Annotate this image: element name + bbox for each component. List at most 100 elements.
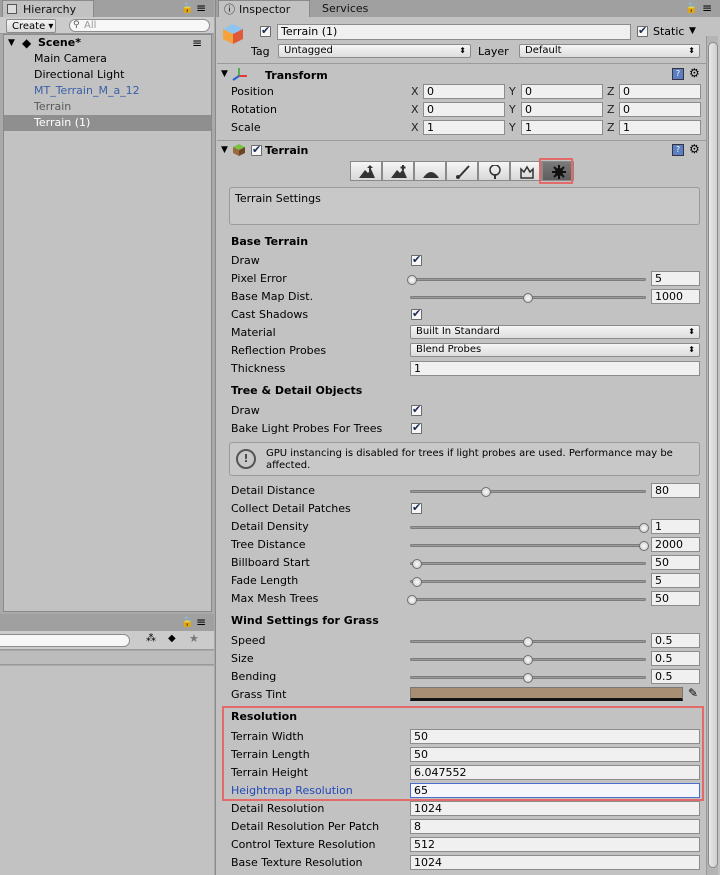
hierarchy-item-terrain[interactable]: Terrain xyxy=(4,99,211,115)
grass-tint-color-field[interactable] xyxy=(410,687,683,701)
bending-slider-thumb[interactable] xyxy=(523,673,533,683)
component-gear-icon[interactable]: ⚙ xyxy=(689,142,700,156)
base-texture-resolution-field[interactable]: 1024 xyxy=(410,855,700,870)
tree-distance-slider-thumb[interactable] xyxy=(639,541,649,551)
inspector-tab[interactable]: ⓘ Inspector xyxy=(218,0,310,17)
fade-length-slider[interactable] xyxy=(410,580,646,583)
pixel-error-field[interactable]: 5 xyxy=(651,271,700,286)
transform-foldout-icon[interactable]: ▼ xyxy=(221,69,228,79)
help-book-icon[interactable]: ? xyxy=(672,68,684,80)
scale-y-field[interactable]: 1 xyxy=(521,120,603,135)
component-gear-icon[interactable]: ⚙ xyxy=(689,66,700,80)
project-lock-icon[interactable]: 🔒 xyxy=(181,617,193,628)
heightmap-resolution-field[interactable]: 65 xyxy=(410,783,700,798)
tree-distance-field[interactable]: 2000 xyxy=(651,537,700,552)
services-tab[interactable]: Services xyxy=(302,0,368,17)
position-y-field[interactable]: 0 xyxy=(521,84,603,99)
rotation-x-field[interactable]: 0 xyxy=(423,102,505,117)
pixel-error-slider-thumb[interactable] xyxy=(407,275,417,285)
raise-terrain-button[interactable] xyxy=(350,161,382,181)
position-z-field[interactable]: 0 xyxy=(619,84,701,99)
smooth-height-button[interactable] xyxy=(414,161,446,181)
position-x-field[interactable]: 0 xyxy=(423,84,505,99)
hierarchy-tab[interactable]: Hierarchy xyxy=(2,0,94,17)
detail-resolution-per-patch-field[interactable]: 8 xyxy=(410,819,700,834)
lock-icon[interactable]: 🔒 xyxy=(181,3,193,14)
hierarchy-item-directional-light[interactable]: Directional Light xyxy=(4,67,211,83)
filter-type-icon[interactable]: ⁂ xyxy=(146,633,156,644)
max-mesh-trees-field[interactable]: 50 xyxy=(651,591,700,606)
terrain-length-field[interactable]: 50 xyxy=(410,747,700,762)
terrain-width-field[interactable]: 50 xyxy=(410,729,700,744)
rotation-z-field[interactable]: 0 xyxy=(619,102,701,117)
billboard-start-slider[interactable] xyxy=(410,562,646,565)
filter-label-icon[interactable]: ◆ xyxy=(168,633,176,644)
thickness-field[interactable]: 1 xyxy=(410,361,700,376)
static-checkbox[interactable] xyxy=(637,24,648,37)
reflection-probes-dropdown[interactable]: Blend Probes ⬍ xyxy=(410,343,700,357)
cast-shadows-checkbox[interactable] xyxy=(411,307,422,320)
scale-z-field[interactable]: 1 xyxy=(619,120,701,135)
tree-distance-slider[interactable] xyxy=(410,544,646,547)
paint-texture-button[interactable] xyxy=(446,161,478,181)
base-map-dist-slider-thumb[interactable] xyxy=(523,293,533,303)
speed-field[interactable]: 0.5 xyxy=(651,633,700,648)
draw-checkbox[interactable] xyxy=(411,253,422,266)
billboard-start-field[interactable]: 50 xyxy=(651,555,700,570)
scale-x-field[interactable]: 1 xyxy=(423,120,505,135)
active-checkbox[interactable] xyxy=(260,24,271,37)
detail-resolution-field[interactable]: 1024 xyxy=(410,801,700,816)
fade-length-slider-thumb[interactable] xyxy=(411,577,422,587)
inspector-lock-icon[interactable]: 🔒 xyxy=(685,3,697,14)
fade-length-field[interactable]: 5 xyxy=(651,573,700,588)
inspector-scrollbar-thumb[interactable] xyxy=(708,42,718,868)
place-trees-button[interactable] xyxy=(478,161,510,181)
tag-dropdown[interactable]: Untagged ⬍ xyxy=(278,44,471,58)
detail-density-field[interactable]: 1 xyxy=(651,519,700,534)
help-book-icon[interactable]: ? xyxy=(672,144,684,156)
detail-density-slider-thumb[interactable] xyxy=(639,523,649,533)
static-dropdown-arrow-icon[interactable]: ▼ xyxy=(689,26,696,36)
size-slider-thumb[interactable] xyxy=(523,655,533,665)
detail-distance-slider[interactable] xyxy=(410,490,646,493)
max-mesh-trees-slider-thumb[interactable] xyxy=(407,595,417,605)
favorite-star-icon[interactable]: ★ xyxy=(189,632,199,645)
inspector-menu-icon[interactable]: ≡ xyxy=(702,1,712,15)
terrain-foldout-icon[interactable]: ▼ xyxy=(221,145,228,155)
hierarchy-item-main-camera[interactable]: Main Camera xyxy=(4,51,211,67)
bake-light-probes-checkbox[interactable] xyxy=(411,421,422,434)
detail-distance-field[interactable]: 80 xyxy=(651,483,700,498)
base-map-dist-field[interactable]: 1000 xyxy=(651,289,700,304)
speed-label: Speed xyxy=(231,634,266,647)
hierarchy-search-input[interactable]: ⚲ All xyxy=(69,19,210,32)
inspector-scrollbar[interactable] xyxy=(706,36,718,875)
project-menu-icon[interactable]: ≡ xyxy=(196,615,206,629)
billboard-start-slider-thumb[interactable] xyxy=(411,559,422,569)
paint-details-button[interactable] xyxy=(510,161,542,181)
hierarchy-item-terrain-1[interactable]: Terrain (1) xyxy=(4,115,211,131)
terrain-enabled-checkbox[interactable] xyxy=(251,143,262,156)
layer-dropdown[interactable]: Default ⬍ xyxy=(519,44,700,58)
max-mesh-trees-slider[interactable] xyxy=(410,598,646,601)
size-field[interactable]: 0.5 xyxy=(651,651,700,666)
collect-patches-checkbox[interactable] xyxy=(411,501,422,514)
terrain-height-field[interactable]: 6.047552 xyxy=(410,765,700,780)
detail-density-slider[interactable] xyxy=(410,526,646,529)
foldout-arrow-icon[interactable]: ▼ xyxy=(8,35,15,51)
object-name-field[interactable]: Terrain (1) xyxy=(277,24,631,40)
eyedropper-icon[interactable]: ✎ xyxy=(688,686,698,700)
scene-row[interactable]: ▼ ◆ Scene* ≡ xyxy=(4,35,211,51)
tree-draw-checkbox[interactable] xyxy=(411,403,422,416)
panel-menu-icon[interactable]: ≡ xyxy=(196,1,206,15)
project-search-input[interactable] xyxy=(0,634,130,647)
rotation-y-field[interactable]: 0 xyxy=(521,102,603,117)
material-dropdown[interactable]: Built In Standard ⬍ xyxy=(410,325,700,339)
scene-menu-icon[interactable]: ≡ xyxy=(192,35,202,51)
create-button[interactable]: Create ▾ xyxy=(6,19,56,33)
pixel-error-slider[interactable] xyxy=(410,278,646,281)
speed-slider-thumb[interactable] xyxy=(523,637,533,647)
hierarchy-item-mt-terrain[interactable]: MT_Terrain_M_a_12 xyxy=(4,83,211,99)
control-texture-resolution-field[interactable]: 512 xyxy=(410,837,700,852)
paint-height-button[interactable] xyxy=(382,161,414,181)
bending-field[interactable]: 0.5 xyxy=(651,669,700,684)
